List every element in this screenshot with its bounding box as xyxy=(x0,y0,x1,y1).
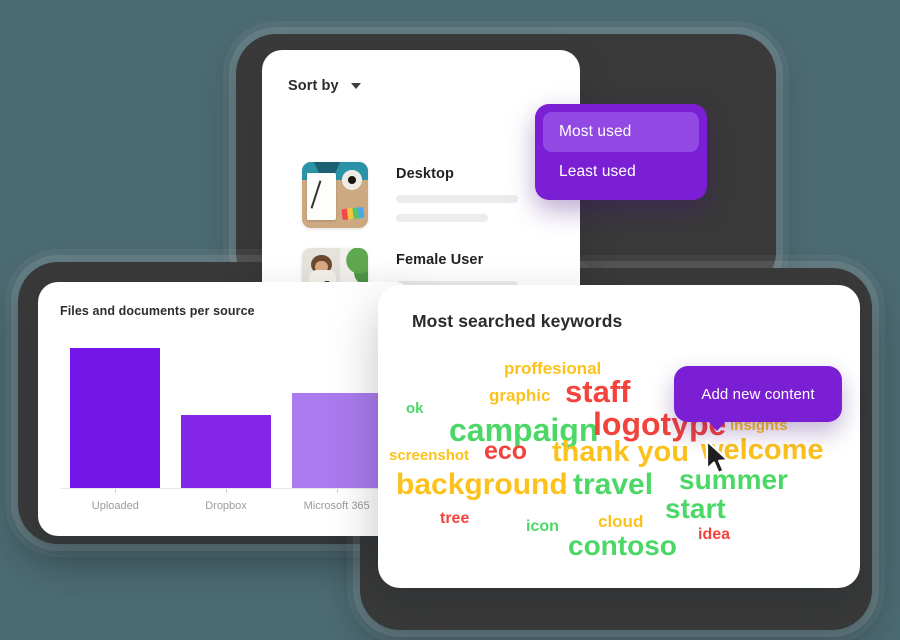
list-item-title: Female User xyxy=(396,252,484,268)
keyword-word[interactable]: eco xyxy=(484,439,527,464)
chart-bar: Dropbox xyxy=(181,415,271,512)
chevron-down-icon[interactable] xyxy=(350,83,361,89)
keyword-word[interactable]: screenshot xyxy=(389,448,469,463)
chart-category-label: Uploaded xyxy=(91,500,139,512)
chart-category-label: Dropbox xyxy=(205,500,247,512)
keyword-word[interactable]: icon xyxy=(526,519,559,535)
keyword-word[interactable]: staff xyxy=(565,376,630,407)
dropdown-option-label: Most used xyxy=(559,123,632,140)
tooltip-label: Add new content xyxy=(701,385,815,403)
keyword-word[interactable]: start xyxy=(665,495,726,523)
sort-dropdown-menu[interactable]: Most used Least used xyxy=(535,104,707,200)
page-title: Most searched keywords xyxy=(412,311,623,331)
keyword-word[interactable]: graphic xyxy=(489,387,550,404)
chart-panel: Files and documents per source Uploaded D… xyxy=(38,282,414,536)
keyword-word[interactable]: background xyxy=(396,470,568,500)
chart-category-label: Microsoft 365 xyxy=(303,500,370,512)
dropdown-option-least-used[interactable]: Least used xyxy=(543,152,699,192)
tooltip-arrow-icon xyxy=(708,421,726,431)
dropdown-option-most-used[interactable]: Most used xyxy=(543,112,699,152)
keyword-word[interactable]: cloud xyxy=(598,513,643,530)
placeholder-bar xyxy=(396,214,488,222)
chart-title: Files and documents per source xyxy=(60,304,255,318)
screenshot-stage: Sort by Desktop Female User Most used Le… xyxy=(0,0,900,640)
bar-chart-plot: Uploaded Dropbox Microsoft 365 xyxy=(60,334,392,512)
placeholder-bar xyxy=(396,195,518,203)
keyword-cloud-panel: Most searched keywords ok proffesional gra… xyxy=(378,285,860,588)
keyword-word[interactable]: ok xyxy=(406,401,424,416)
sort-by-control[interactable]: Sort by xyxy=(288,78,361,94)
dropdown-option-label: Least used xyxy=(559,163,636,180)
list-item-meta: Desktop xyxy=(396,162,518,222)
list-item-title: Desktop xyxy=(396,166,454,182)
list-item[interactable]: Desktop xyxy=(302,162,518,228)
mouse-cursor-icon xyxy=(705,439,731,483)
desk-notebook-coffee-thumbnail xyxy=(302,162,368,228)
keyword-word[interactable]: contoso xyxy=(568,532,677,560)
add-new-content-tooltip[interactable]: Add new content xyxy=(674,366,842,431)
keyword-word[interactable]: idea xyxy=(698,527,730,543)
chart-axis-line xyxy=(60,488,392,489)
chart-bar: Microsoft 365 xyxy=(291,392,382,512)
keyword-word[interactable]: travel xyxy=(573,470,653,500)
keyword-word[interactable]: summer xyxy=(679,466,788,494)
chart-bar: Uploaded xyxy=(70,348,161,512)
keyword-word[interactable]: tree xyxy=(440,511,469,527)
keyword-word[interactable]: thank you xyxy=(552,438,689,467)
sort-by-label: Sort by xyxy=(288,78,339,94)
